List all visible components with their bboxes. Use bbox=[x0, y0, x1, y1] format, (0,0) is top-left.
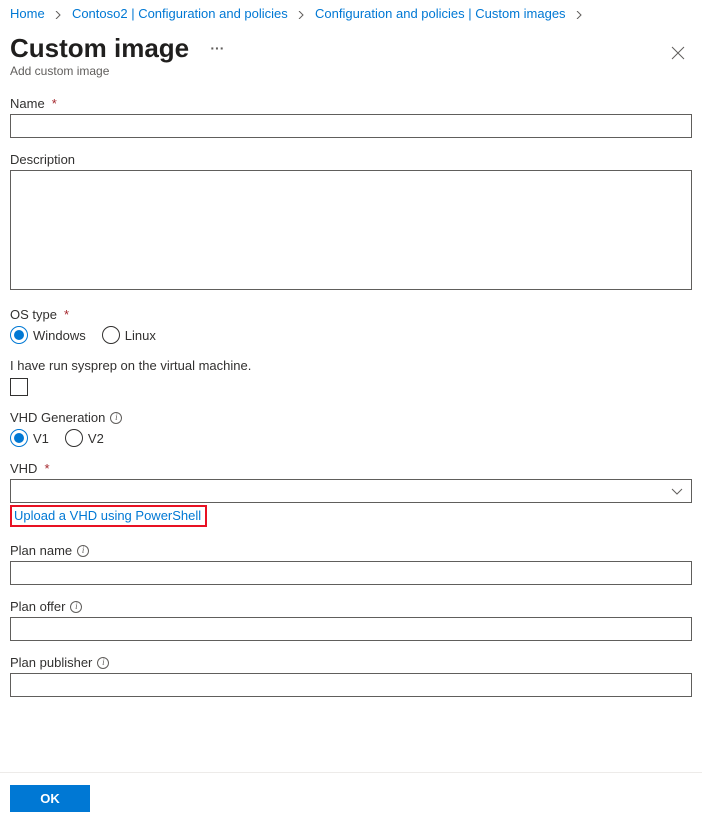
chevron-down-icon bbox=[671, 484, 683, 499]
plan-name-input[interactable] bbox=[10, 561, 692, 585]
breadcrumb-contoso[interactable]: Contoso2 | Configuration and policies bbox=[72, 6, 288, 21]
page-subtitle: Add custom image bbox=[10, 64, 666, 78]
radio-icon bbox=[102, 326, 120, 344]
required-asterisk: * bbox=[52, 96, 57, 111]
field-plan-publisher: Plan publisher i bbox=[10, 655, 692, 697]
info-icon[interactable]: i bbox=[77, 545, 89, 557]
close-icon bbox=[671, 46, 685, 60]
plan-offer-label: Plan offer bbox=[10, 599, 65, 614]
breadcrumb-home[interactable]: Home bbox=[10, 6, 45, 21]
radio-linux[interactable]: Linux bbox=[102, 326, 156, 344]
radio-icon bbox=[10, 429, 28, 447]
more-actions-icon[interactable]: ··· bbox=[210, 40, 224, 56]
footer-bar: OK bbox=[0, 772, 702, 824]
radio-windows[interactable]: Windows bbox=[10, 326, 86, 344]
field-plan-offer: Plan offer i bbox=[10, 599, 692, 641]
breadcrumb-custom-images[interactable]: Configuration and policies | Custom imag… bbox=[315, 6, 566, 21]
radio-icon bbox=[10, 326, 28, 344]
chevron-right-icon bbox=[575, 6, 583, 21]
field-vhd: VHD * Upload a VHD using PowerShell bbox=[10, 461, 692, 527]
close-button[interactable] bbox=[666, 41, 690, 65]
vhd-select[interactable] bbox=[10, 479, 692, 503]
sysprep-checkbox[interactable] bbox=[10, 378, 28, 396]
description-input[interactable] bbox=[10, 170, 692, 290]
breadcrumb: Home Contoso2 | Configuration and polici… bbox=[0, 0, 702, 25]
required-asterisk: * bbox=[64, 307, 69, 322]
field-name: Name * bbox=[10, 96, 692, 138]
ok-button[interactable]: OK bbox=[10, 785, 90, 812]
radio-linux-label: Linux bbox=[125, 328, 156, 343]
field-vhd-generation: VHD Generation i V1 V2 bbox=[10, 410, 692, 447]
sysprep-label: I have run sysprep on the virtual machin… bbox=[10, 358, 251, 373]
plan-publisher-label: Plan publisher bbox=[10, 655, 92, 670]
field-description: Description bbox=[10, 152, 692, 293]
radio-v2[interactable]: V2 bbox=[65, 429, 104, 447]
info-icon[interactable]: i bbox=[70, 601, 82, 613]
plan-publisher-input[interactable] bbox=[10, 673, 692, 697]
plan-offer-input[interactable] bbox=[10, 617, 692, 641]
field-os-type: OS type * Windows Linux bbox=[10, 307, 692, 344]
radio-icon bbox=[65, 429, 83, 447]
chevron-right-icon bbox=[297, 6, 305, 21]
vhd-label: VHD bbox=[10, 461, 37, 476]
vhd-gen-label: VHD Generation bbox=[10, 410, 105, 425]
info-icon[interactable]: i bbox=[97, 657, 109, 669]
radio-v1[interactable]: V1 bbox=[10, 429, 49, 447]
plan-name-label: Plan name bbox=[10, 543, 72, 558]
field-plan-name: Plan name i bbox=[10, 543, 692, 585]
field-sysprep: I have run sysprep on the virtual machin… bbox=[10, 358, 692, 396]
description-label: Description bbox=[10, 152, 75, 167]
chevron-right-icon bbox=[54, 6, 62, 21]
page-title: Custom image bbox=[10, 33, 189, 63]
radio-windows-label: Windows bbox=[33, 328, 86, 343]
name-input[interactable] bbox=[10, 114, 692, 138]
upload-vhd-highlight: Upload a VHD using PowerShell bbox=[10, 505, 207, 527]
os-type-label: OS type bbox=[10, 307, 57, 322]
required-asterisk: * bbox=[44, 461, 49, 476]
name-label: Name bbox=[10, 96, 45, 111]
info-icon[interactable]: i bbox=[110, 412, 122, 424]
radio-v2-label: V2 bbox=[88, 431, 104, 446]
upload-vhd-link[interactable]: Upload a VHD using PowerShell bbox=[14, 508, 201, 523]
radio-v1-label: V1 bbox=[33, 431, 49, 446]
